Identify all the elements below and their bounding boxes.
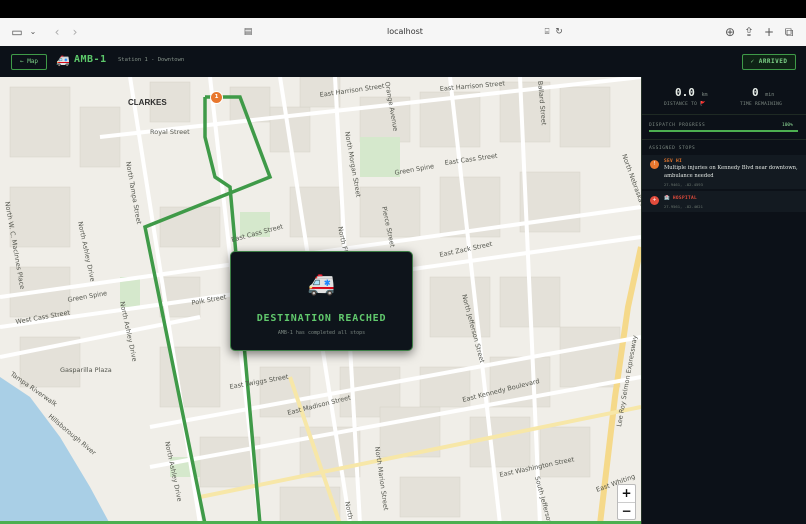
browser-toolbar: ▭ ⌄ ‹ › ▤ localhost ⌸ ↻ ⊕ ⇪ + ⧉ (0, 18, 806, 47)
destination-subtitle: AMB-1 has completed all stops (277, 330, 366, 336)
stop-description: Multiple injuries on Kennedy Blvd near d… (664, 165, 798, 179)
warning-icon: ! (650, 160, 659, 169)
reload-icon[interactable]: ↻ (550, 23, 568, 41)
stop-coordinates: 27.9561, -82.4621 (664, 204, 703, 209)
time-value: 0 min (752, 86, 774, 99)
progress-bar (649, 130, 798, 132)
street-label: Gasparilla Plaza (60, 366, 112, 374)
time-label: TIME REMAINING (740, 102, 783, 107)
distance-number: 0.0 (675, 86, 695, 99)
destination-reached-card: 🚑 DESTINATION REACHED AMB-1 has complete… (230, 251, 413, 351)
destination-title: DESTINATION REACHED (256, 313, 387, 324)
chevron-down-icon[interactable]: ⌄ (24, 23, 42, 41)
download-icon[interactable]: ⊕ (721, 23, 739, 41)
back-icon[interactable]: ‹ (48, 23, 66, 41)
back-to-map-button[interactable]: ← Map (11, 54, 47, 70)
tab-icon: ▤ (243, 27, 253, 37)
zoom-control: + − (617, 484, 636, 520)
time-unit: min (765, 92, 775, 98)
distance-value: 0.0 km (675, 86, 708, 99)
arrived-status-button[interactable]: ✓ ARRIVED (742, 54, 796, 70)
distance-unit: km (701, 92, 708, 98)
tabs-overview-icon[interactable]: ⧉ (780, 23, 798, 41)
stop-type: 🏥 HOSPITAL (664, 196, 697, 201)
dispatch-panel (641, 77, 806, 524)
ambulance-icon: 🚑 (56, 54, 70, 67)
stops-label: ASSIGNED STOPS (649, 146, 696, 151)
stop-type: SEV HI (664, 159, 683, 164)
distance-label: DISTANCE TO 🚩 (664, 102, 707, 107)
app-header: ← Map 🚑 AMB-1 Station 1 - Downtown ✓ ARR… (0, 46, 806, 78)
street-label: Royal Street (150, 128, 190, 136)
hospital-icon: + (650, 196, 659, 205)
address-bar[interactable]: localhost (330, 23, 480, 41)
time-number: 0 (752, 86, 759, 99)
station-label: Station 1 - Downtown (118, 57, 185, 63)
zoom-in-button[interactable]: + (618, 485, 635, 503)
progress-label: DISPATCH PROGRESS (649, 123, 706, 128)
progress-percent: 100% (782, 123, 793, 128)
stop-coordinates: 27.9461, -82.4593 (664, 182, 703, 187)
stop-item[interactable]: ! SEV HI Multiple injuries on Kennedy Bl… (642, 155, 806, 189)
os-top-bar (0, 0, 806, 18)
divider (642, 139, 806, 140)
divider (642, 114, 806, 115)
progress-fill (649, 130, 798, 132)
zoom-out-button[interactable]: − (618, 503, 635, 520)
area-label: CLARKES (128, 98, 167, 107)
stop-item[interactable]: + 🏥 HOSPITAL 27.9561, -82.4621 (642, 191, 806, 212)
forward-icon[interactable]: › (66, 23, 84, 41)
ambulance-icon: 🚑 (307, 272, 336, 297)
plus-icon[interactable]: + (760, 23, 778, 41)
share-icon[interactable]: ⇪ (740, 23, 758, 41)
route-stop-marker[interactable]: 1 (210, 91, 223, 104)
unit-name: AMB-1 (74, 54, 107, 65)
